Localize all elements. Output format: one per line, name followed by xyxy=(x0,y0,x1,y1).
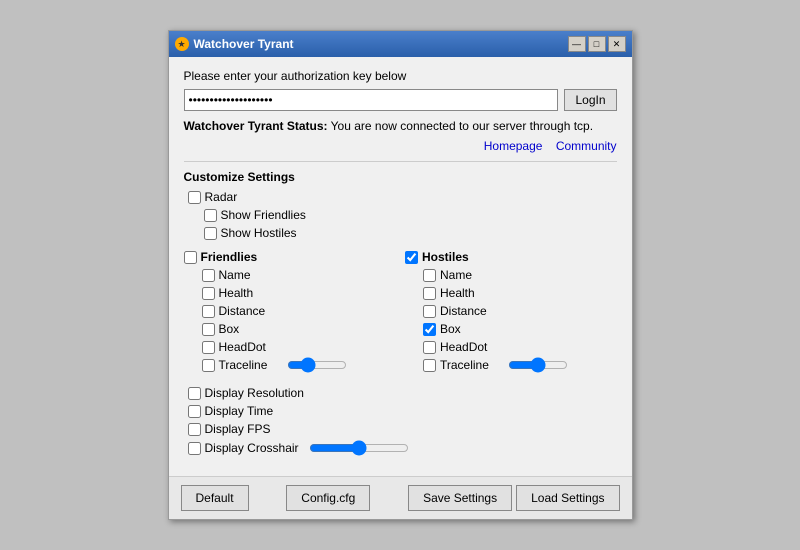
show-friendlies-row: Show Friendlies xyxy=(184,208,617,222)
section-title: Customize Settings xyxy=(184,170,617,184)
friendlies-column: Friendlies Name Health Distance Box xyxy=(184,250,396,376)
friendlies-name-checkbox[interactable] xyxy=(202,269,215,282)
display-time-row: Display Time xyxy=(184,404,617,418)
hostiles-health-row: Health xyxy=(405,286,617,300)
window-title: Watchover Tyrant xyxy=(194,37,294,51)
config-button[interactable]: Config.cfg xyxy=(286,485,370,511)
homepage-link[interactable]: Homepage xyxy=(484,139,543,153)
hostiles-distance-row: Distance xyxy=(405,304,617,318)
display-resolution-checkbox[interactable] xyxy=(188,387,201,400)
hostiles-header: Hostiles xyxy=(405,250,617,264)
status-row: Watchover Tyrant Status: You are now con… xyxy=(184,119,617,133)
display-crosshair-checkbox[interactable] xyxy=(188,442,201,455)
hostiles-health-label[interactable]: Health xyxy=(440,286,475,300)
friendlies-checkbox[interactable] xyxy=(184,251,197,264)
friendlies-traceline-checkbox[interactable] xyxy=(202,359,215,372)
title-bar-left: ★ Watchover Tyrant xyxy=(175,37,294,51)
hostiles-checkbox[interactable] xyxy=(405,251,418,264)
hostiles-label[interactable]: Hostiles xyxy=(422,250,469,264)
display-resolution-label[interactable]: Display Resolution xyxy=(205,386,304,400)
hostiles-name-row: Name xyxy=(405,268,617,282)
friendlies-label[interactable]: Friendlies xyxy=(201,250,258,264)
auth-row: LogIn xyxy=(184,89,617,111)
friendlies-health-row: Health xyxy=(184,286,396,300)
hostiles-headdot-label[interactable]: HeadDot xyxy=(440,340,487,354)
show-hostiles-row: Show Hostiles xyxy=(184,226,617,240)
hostiles-traceline-checkbox[interactable] xyxy=(423,359,436,372)
minimize-button[interactable]: — xyxy=(568,36,586,52)
bottom-right-buttons: Save Settings Load Settings xyxy=(408,485,619,511)
show-friendlies-label[interactable]: Show Friendlies xyxy=(221,208,306,222)
hostiles-box-checkbox[interactable] xyxy=(423,323,436,336)
friendlies-header: Friendlies xyxy=(184,250,396,264)
hostiles-traceline-row: Traceline xyxy=(405,358,617,372)
auth-label: Please enter your authorization key belo… xyxy=(184,69,617,83)
community-link[interactable]: Community xyxy=(556,139,617,153)
display-fps-checkbox[interactable] xyxy=(188,423,201,436)
friendlies-distance-label[interactable]: Distance xyxy=(219,304,266,318)
hostiles-distance-checkbox[interactable] xyxy=(423,305,436,318)
display-fps-row: Display FPS xyxy=(184,422,617,436)
hostiles-box-row: Box xyxy=(405,322,617,336)
friendlies-traceline-label[interactable]: Traceline xyxy=(219,358,279,372)
load-settings-button[interactable]: Load Settings xyxy=(516,485,619,511)
friendlies-distance-row: Distance xyxy=(184,304,396,318)
display-crosshair-label[interactable]: Display Crosshair xyxy=(205,441,305,455)
hostiles-headdot-checkbox[interactable] xyxy=(423,341,436,354)
hostiles-name-label[interactable]: Name xyxy=(440,268,472,282)
bottom-bar: Default Config.cfg Save Settings Load Se… xyxy=(169,476,632,519)
title-bar: ★ Watchover Tyrant — □ ✕ xyxy=(169,31,632,57)
status-message: You are now connected to our server thro… xyxy=(331,119,593,133)
friendlies-name-row: Name xyxy=(184,268,396,282)
friendlies-name-label[interactable]: Name xyxy=(219,268,251,282)
main-window: ★ Watchover Tyrant — □ ✕ Please enter yo… xyxy=(168,30,633,520)
display-crosshair-row: Display Crosshair xyxy=(184,440,617,456)
columns-section: Friendlies Name Health Distance Box xyxy=(184,250,617,376)
hostiles-box-label[interactable]: Box xyxy=(440,322,461,336)
friendlies-headdot-label[interactable]: HeadDot xyxy=(219,340,266,354)
friendlies-headdot-row: HeadDot xyxy=(184,340,396,354)
hostiles-distance-label[interactable]: Distance xyxy=(440,304,487,318)
save-settings-button[interactable]: Save Settings xyxy=(408,485,512,511)
display-time-checkbox[interactable] xyxy=(188,405,201,418)
hostiles-name-checkbox[interactable] xyxy=(423,269,436,282)
status-label: Watchover Tyrant Status: xyxy=(184,119,328,133)
radar-checkbox[interactable] xyxy=(188,191,201,204)
window-content: Please enter your authorization key belo… xyxy=(169,57,632,476)
friendlies-health-checkbox[interactable] xyxy=(202,287,215,300)
crosshair-slider[interactable] xyxy=(309,440,409,456)
friendlies-health-label[interactable]: Health xyxy=(219,286,254,300)
friendlies-traceline-slider[interactable] xyxy=(287,358,347,372)
login-button[interactable]: LogIn xyxy=(564,89,616,111)
app-icon: ★ xyxy=(175,37,189,51)
radar-label[interactable]: Radar xyxy=(205,190,238,204)
hostiles-traceline-slider[interactable] xyxy=(508,358,568,372)
maximize-button[interactable]: □ xyxy=(588,36,606,52)
friendlies-traceline-row: Traceline xyxy=(184,358,396,372)
auth-input[interactable] xyxy=(184,89,559,111)
close-button[interactable]: ✕ xyxy=(608,36,626,52)
hostiles-traceline-label[interactable]: Traceline xyxy=(440,358,500,372)
hostiles-column: Hostiles Name Health Distance Box xyxy=(405,250,617,376)
friendlies-box-checkbox[interactable] xyxy=(202,323,215,336)
links-row: Homepage Community xyxy=(184,139,617,153)
title-bar-buttons: — □ ✕ xyxy=(568,36,626,52)
display-fps-label[interactable]: Display FPS xyxy=(205,422,271,436)
friendlies-box-label[interactable]: Box xyxy=(219,322,240,336)
divider xyxy=(184,161,617,162)
display-resolution-row: Display Resolution xyxy=(184,386,617,400)
show-hostiles-checkbox[interactable] xyxy=(204,227,217,240)
display-time-label[interactable]: Display Time xyxy=(205,404,274,418)
radar-row: Radar xyxy=(184,190,617,204)
show-friendlies-checkbox[interactable] xyxy=(204,209,217,222)
default-button[interactable]: Default xyxy=(181,485,249,511)
hostiles-health-checkbox[interactable] xyxy=(423,287,436,300)
show-hostiles-label[interactable]: Show Hostiles xyxy=(221,226,297,240)
friendlies-headdot-checkbox[interactable] xyxy=(202,341,215,354)
friendlies-box-row: Box xyxy=(184,322,396,336)
hostiles-headdot-row: HeadDot xyxy=(405,340,617,354)
extra-section: Display Resolution Display Time Display … xyxy=(184,386,617,456)
friendlies-distance-checkbox[interactable] xyxy=(202,305,215,318)
